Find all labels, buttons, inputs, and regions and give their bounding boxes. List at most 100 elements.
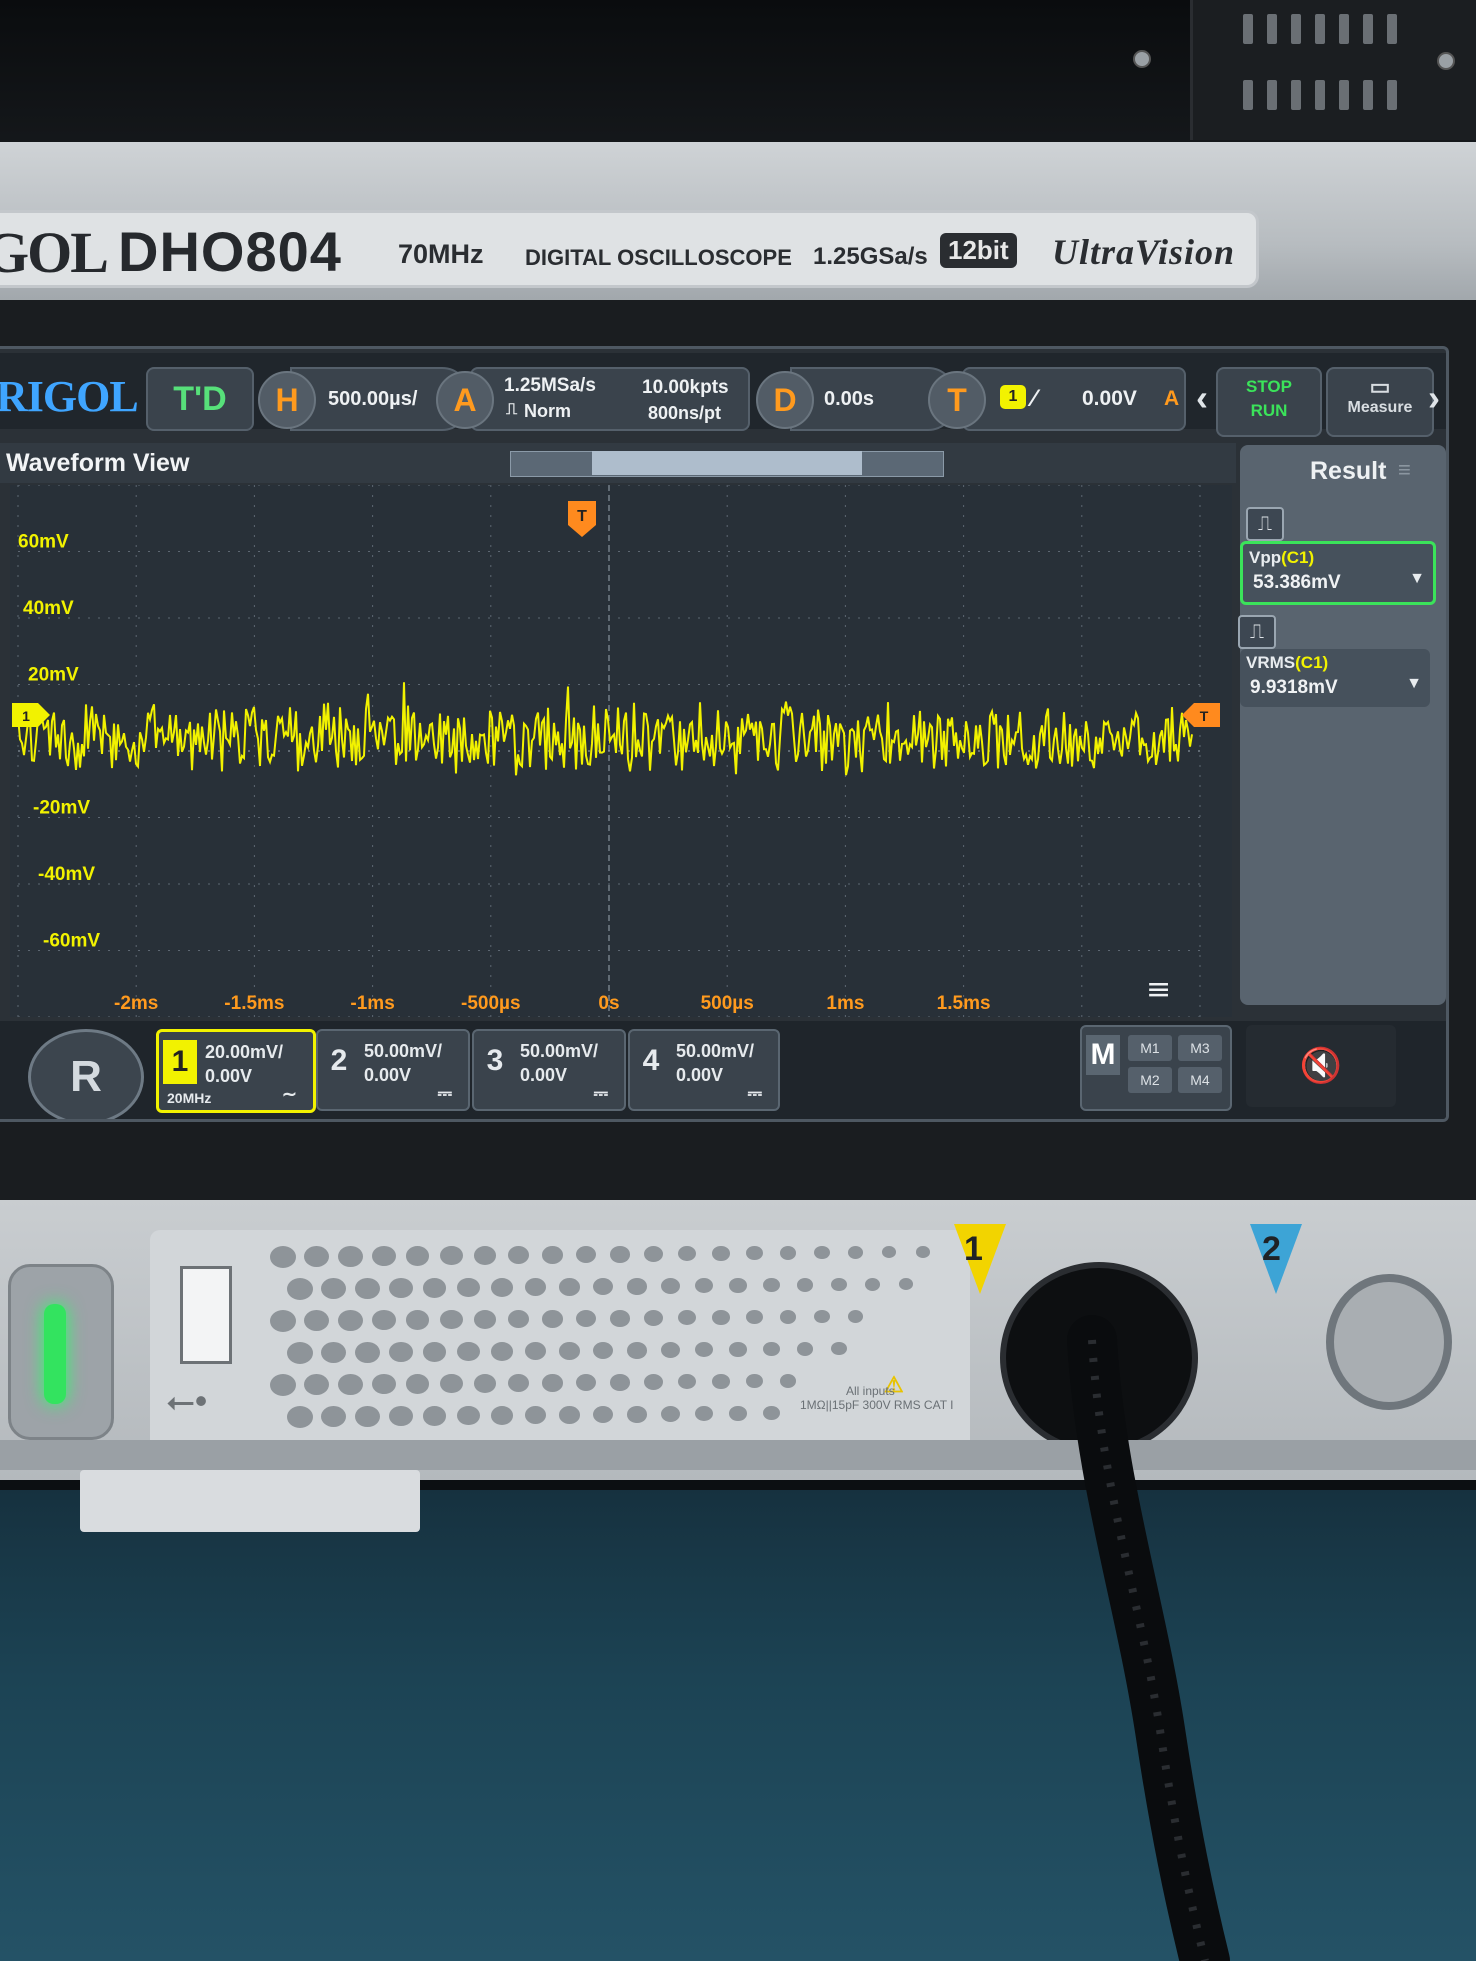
grille-hole [508,1246,530,1265]
measurement-vpp[interactable]: Vpp(C1) 53.386mV ▼ [1240,541,1436,605]
grille-hole [712,1310,730,1325]
top-status-bar: RIGOL T'D 500.00µs/ H 1.25MSa/s 10.00kpt… [0,353,1446,437]
chevron-down-icon[interactable]: ▼ [1409,570,1425,588]
mode-button[interactable]: T'D [146,367,254,431]
bits-badge: 12bit [940,233,1017,268]
grille-hole [559,1342,580,1360]
grille-hole [627,1342,647,1359]
measure-label: Measure [1347,399,1413,416]
trigger-level-marker-text: T [1200,708,1209,724]
stop-label: STOP [1246,377,1292,396]
grille-hole [559,1278,580,1296]
panel-menu-icon[interactable]: ≡ [1398,457,1411,483]
chevron-right-icon[interactable]: › [1428,377,1440,419]
waveform-view-title: Waveform View [6,449,190,477]
measurement-channel: (C1) [1295,653,1329,672]
x-axis-label: 500µs [701,993,754,1014]
ch1-offset-marker: 1 [12,703,50,727]
grille-hole [270,1310,296,1332]
grille-hole [593,1406,614,1424]
grille-hole [270,1374,296,1396]
grille-hole [355,1278,380,1299]
grille-hole [338,1246,363,1267]
channel-3-card[interactable]: 3 50.00mV/ 0.00V ⎓ [472,1029,626,1111]
memory-view-window[interactable] [592,451,862,475]
trigger-box[interactable]: 1 ∕ 0.00V A [962,367,1186,431]
chevron-left-icon[interactable]: ‹ [1196,377,1208,419]
acquire-button[interactable]: A [436,371,494,429]
grille-hole [372,1310,397,1331]
grille-hole [610,1374,630,1391]
r-gear-icon[interactable]: R [28,1029,144,1119]
x-axis-label: 1.5ms [937,993,991,1014]
grille-hole [661,1406,680,1422]
channel-offset: 0.00V [676,1065,724,1085]
grille-hole [372,1246,397,1267]
grille-hole [797,1278,814,1292]
grille-hole [542,1310,563,1328]
trigger-marker-text: T [577,508,587,525]
y-axis-label: 20mV [28,665,79,686]
bandwidth-label: 70MHz [398,239,484,269]
measure-button[interactable]: ▭ Measure [1326,367,1434,437]
channel-offset: 0.00V [364,1065,412,1085]
ch1-bnc-connector[interactable] [1000,1262,1198,1454]
grille-hole [440,1374,463,1394]
math-item-m4[interactable]: M4 [1178,1067,1222,1093]
grille-hole [423,1278,447,1298]
grille-hole [831,1278,847,1292]
ch2-bnc-connector[interactable] [1326,1274,1452,1410]
x-axis-label: -500µs [461,993,521,1014]
math-item-m1[interactable]: M1 [1128,1035,1172,1061]
grille-hole [763,1342,780,1357]
usb-icon: ⭠• [166,1380,208,1421]
result-panel-title: Result [1310,457,1387,485]
stop-run-button[interactable]: STOP RUN [1216,367,1322,437]
acquire-box[interactable]: 1.25MSa/s 10.00kpts ⎍ Norm 800ns/pt [470,367,750,431]
trigger-button[interactable]: T [928,371,986,429]
screw-icon [1133,50,1151,68]
acquire-mode: Norm [524,401,572,421]
usb-port[interactable] [180,1266,232,1364]
grille-hole [644,1310,663,1326]
y-axis-label: -20mV [33,798,90,819]
coupling-icon: ∼ [281,1084,297,1104]
grille-hole [423,1406,447,1426]
rigol-logo[interactable]: RIGOL [0,371,139,422]
grille-hole [627,1278,647,1295]
channel-1-card[interactable]: 1 20.00mV/ 0.00V 20MHz ∼ [156,1029,316,1113]
grille-hole [797,1342,814,1356]
channel-offset: 0.00V [205,1066,253,1086]
grille-hole [321,1278,347,1300]
math-item-m3[interactable]: M3 [1178,1035,1222,1061]
grille-hole [746,1310,763,1325]
waveform-plot[interactable]: 60mV 40mV 20mV -20mV -40mV -60mV -2ms -1.5ms -1… [10,485,1232,1017]
channel-scale: 50.00mV/ [364,1041,443,1061]
channel-4-card[interactable]: 4 50.00mV/ 0.00V ⎓ [628,1029,780,1111]
grille-hole [508,1374,530,1393]
grille-hole [899,1278,914,1291]
measurement-vrms[interactable]: VRMS(C1) 9.9318mV ▼ [1240,649,1430,707]
horizontal-button[interactable]: H [258,371,316,429]
delay-button[interactable]: D [756,371,814,429]
grille-hole [695,1406,714,1422]
channel-2-card[interactable]: 2 50.00mV/ 0.00V ⎓ [316,1029,470,1111]
grille-hole [338,1310,363,1331]
device-foot [80,1470,420,1532]
warning-line: 1MΩ||15pF 300V RMS CAT I [800,1398,954,1412]
grille-hole [474,1310,497,1329]
math-item-m2[interactable]: M2 [1128,1067,1172,1093]
grille-hole [304,1374,330,1396]
measurement-value: 53.386mV [1253,572,1341,593]
chevron-down-icon[interactable]: ▼ [1406,675,1422,693]
menu-collapse-icon[interactable]: ≡ [1146,972,1171,1007]
grille-hole [882,1246,897,1259]
delay-value: 0.00s [824,388,875,410]
math-channels[interactable]: M M1 M3 M2 M4 [1080,1025,1232,1111]
y-axis-label: -40mV [38,864,95,885]
speaker-mute-icon[interactable]: 🔇 [1246,1025,1396,1107]
trigger-source-badge: 1 [1000,385,1026,409]
grille-hole [457,1342,480,1362]
math-label: M [1086,1035,1120,1075]
model-name: DHO804 [118,220,342,283]
